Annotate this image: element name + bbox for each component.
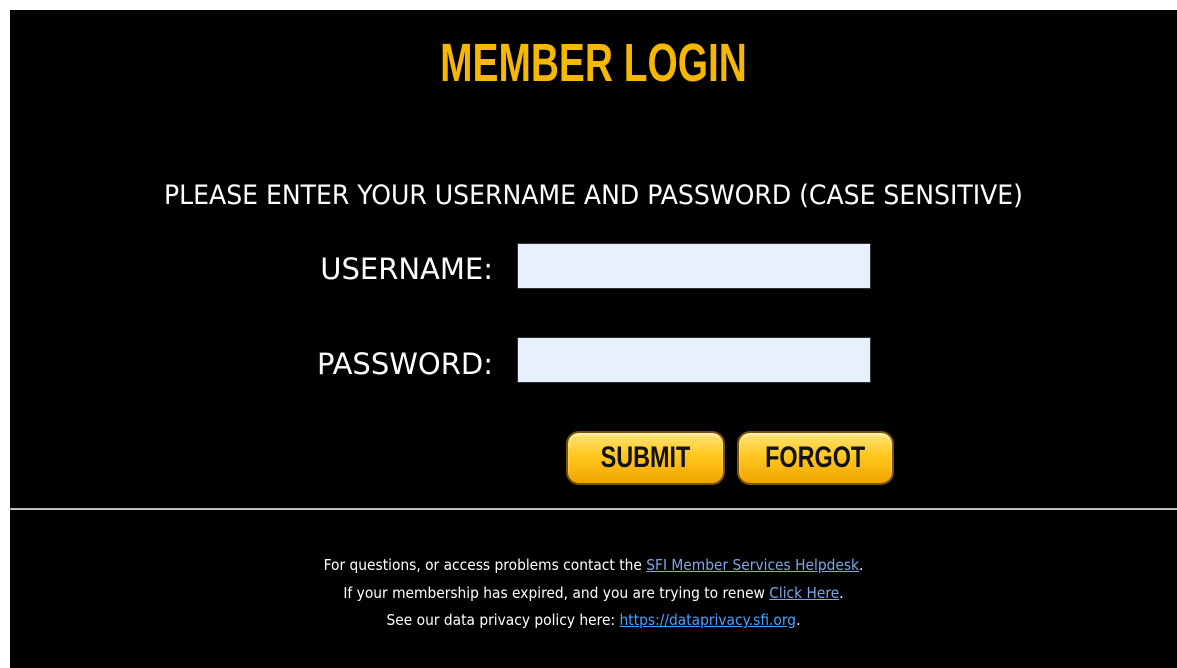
footer-helpdesk-end: . [859,556,864,574]
submit-button[interactable]: SUBMIT [566,431,725,485]
forgot-button-label: FORGOT [765,441,866,474]
helpdesk-link[interactable]: SFI Member Services Helpdesk [646,556,859,574]
password-input[interactable] [517,337,871,383]
privacy-policy-link[interactable]: https://dataprivacy.sfi.org [620,611,797,629]
submit-button-label: SUBMIT [600,441,691,474]
footer-helpdesk-text: For questions, or access problems contac… [323,556,647,574]
footer-renew-text: If your membership has expired, and you … [343,584,770,602]
username-input[interactable] [517,243,871,289]
footer-renew-end: . [839,584,844,602]
divider [10,508,1177,510]
footer-helpdesk-line: For questions, or access problems contac… [57,556,1131,574]
password-label: PASSWORD: [316,347,493,381]
forgot-button[interactable]: FORGOT [737,431,894,485]
page-title: MEMBER LOGIN [440,33,747,93]
login-instructions: PLEASE ENTER YOUR USERNAME AND PASSWORD … [164,180,1023,211]
login-panel: MEMBER LOGIN PLEASE ENTER YOUR USERNAME … [10,10,1177,668]
footer-renew-line: If your membership has expired, and you … [57,584,1131,602]
renew-link[interactable]: Click Here [769,584,839,602]
username-label: USERNAME: [320,252,493,286]
footer-privacy-text: See our data privacy policy here: [386,611,620,629]
footer-privacy-line: See our data privacy policy here: https:… [57,611,1131,629]
footer-privacy-end: . [796,611,801,629]
